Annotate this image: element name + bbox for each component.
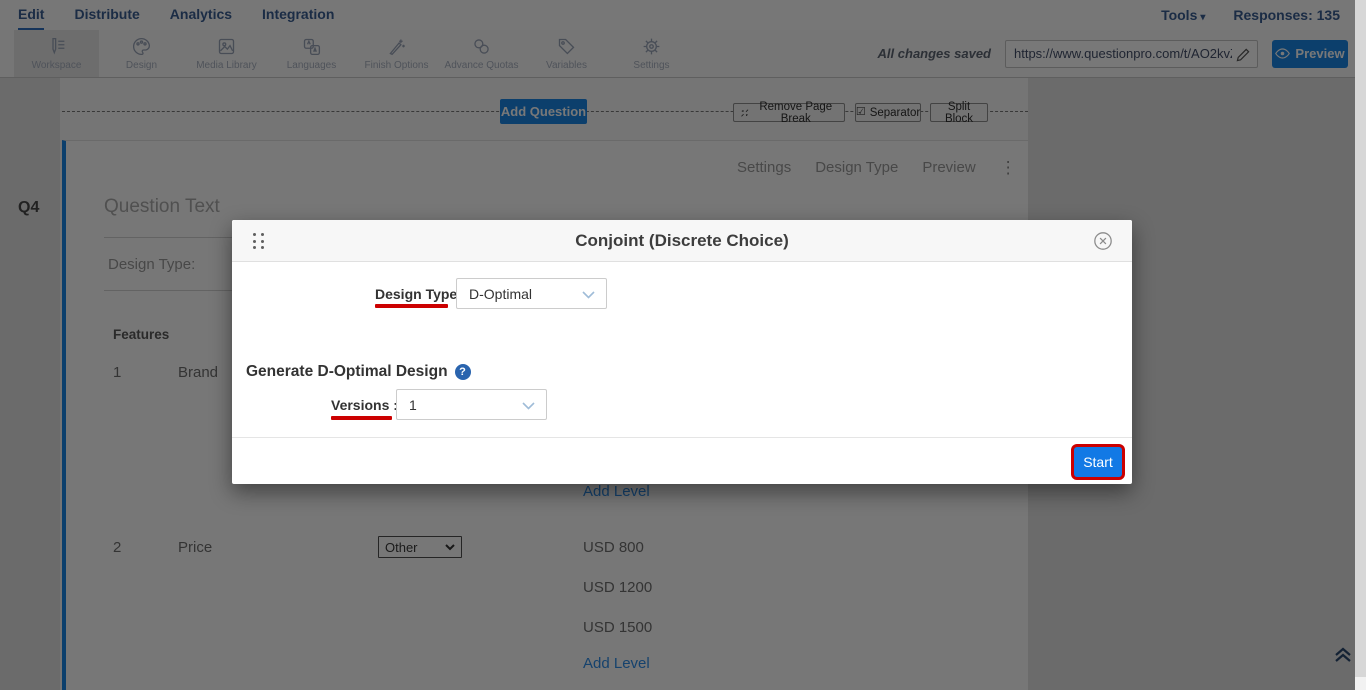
scrollbar-corner <box>1355 677 1366 690</box>
red-highlight-underline <box>331 416 392 420</box>
chevron-down-icon <box>522 402 535 410</box>
questionpro-survey-editor: Edit Distribute Analytics Integration To… <box>0 0 1366 690</box>
design-type-dropdown[interactable]: D-Optimal <box>456 278 607 309</box>
red-highlight-underline <box>375 304 448 308</box>
conjoint-modal: Conjoint (Discrete Choice) Design Type D… <box>232 220 1132 484</box>
close-icon[interactable] <box>1093 231 1113 251</box>
help-icon[interactable]: ? <box>455 364 471 380</box>
modal-footer <box>232 437 1132 484</box>
modal-header: Conjoint (Discrete Choice) <box>232 220 1132 262</box>
drag-handle-icon[interactable] <box>253 233 265 249</box>
modal-title: Conjoint (Discrete Choice) <box>232 220 1132 262</box>
modal-design-type-label: Design Type <box>375 286 457 302</box>
chevron-down-icon <box>582 291 595 299</box>
start-button[interactable]: Start <box>1074 447 1122 477</box>
page-scrollbar[interactable] <box>1355 0 1366 690</box>
versions-dropdown[interactable]: 1 <box>396 389 547 420</box>
versions-label: Versions : <box>331 397 398 413</box>
generate-design-heading: Generate D-Optimal Design ? <box>246 363 471 381</box>
